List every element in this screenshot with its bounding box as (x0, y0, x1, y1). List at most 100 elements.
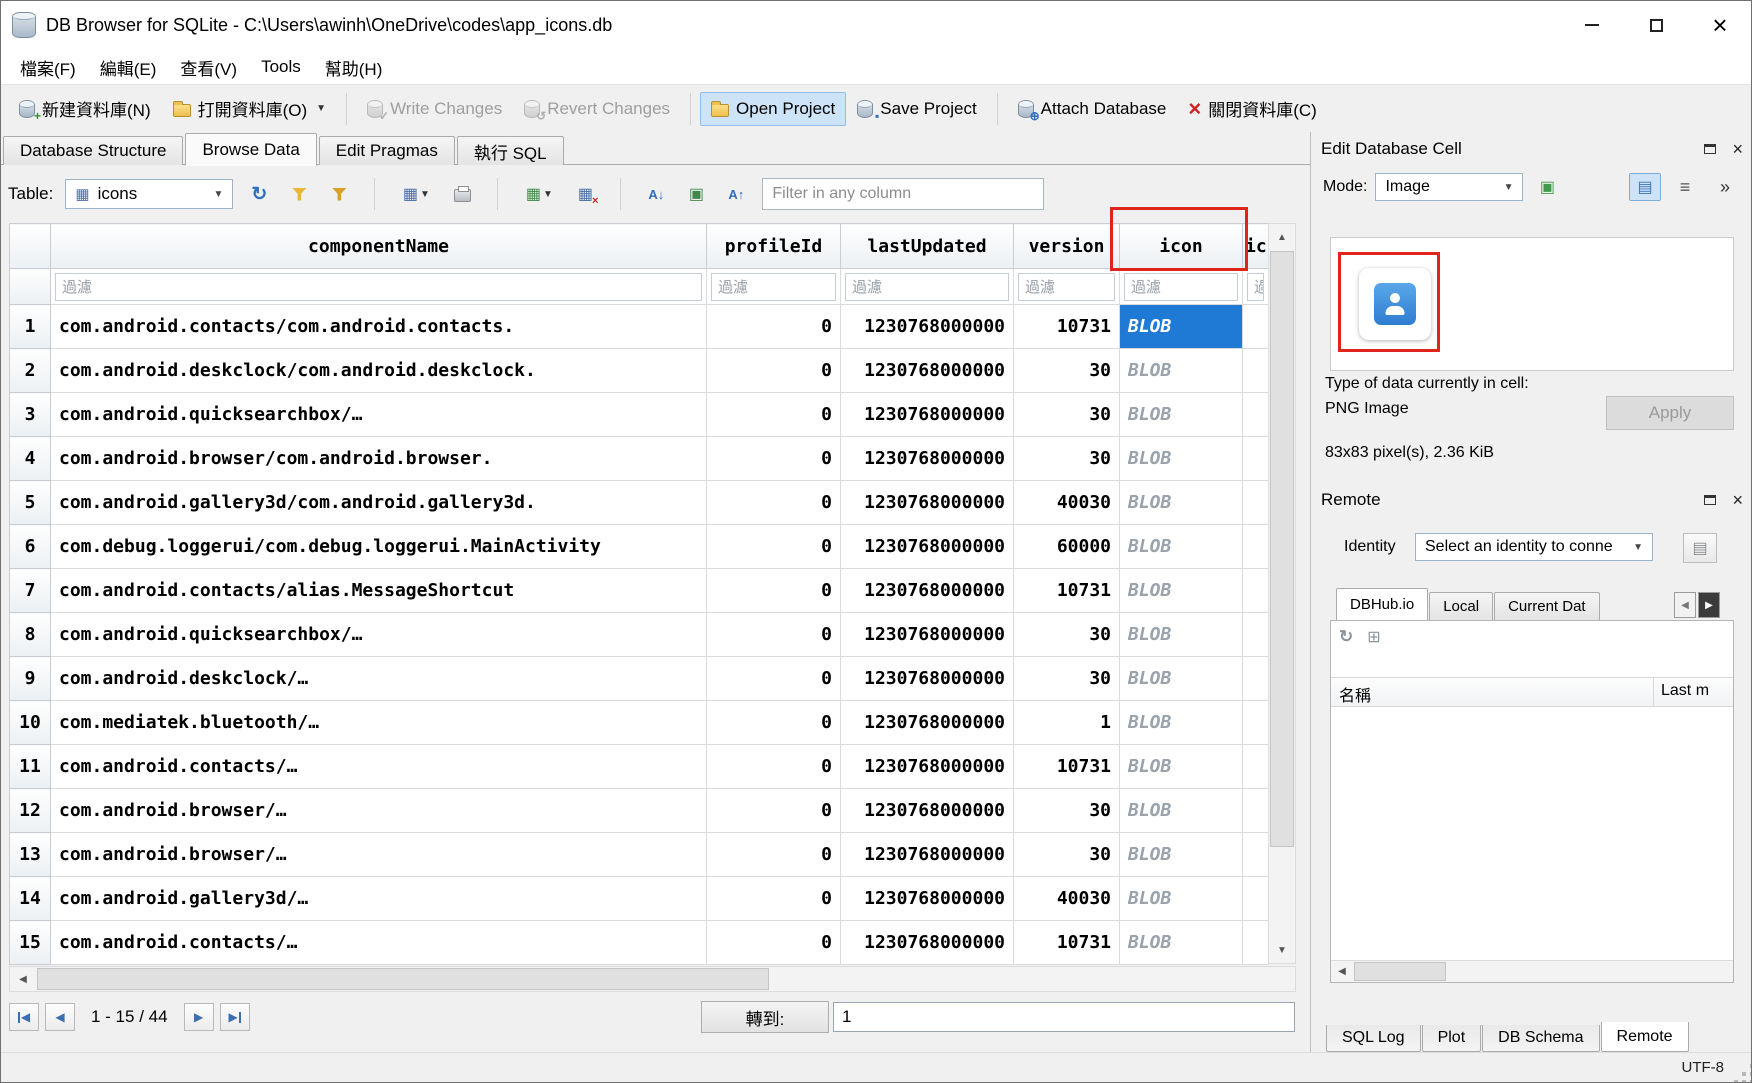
cell-version[interactable]: 30 (1014, 833, 1120, 877)
scroll-up-icon[interactable] (1269, 224, 1295, 250)
cell-profileId[interactable]: 0 (707, 701, 841, 745)
table-combobox[interactable]: icons (65, 179, 233, 209)
scroll-left-icon[interactable] (10, 967, 36, 991)
remote-tab-dbhub[interactable]: DBHub.io (1336, 588, 1428, 620)
cell-icon[interactable]: BLOB (1120, 833, 1243, 877)
identity-file-button[interactable] (1683, 533, 1717, 563)
cell-profileId[interactable]: 0 (707, 833, 841, 877)
encoding-indicator[interactable]: UTF-8 (1682, 1059, 1725, 1076)
horizontal-scroll-thumb[interactable] (37, 968, 769, 990)
open-database-dropdown-icon[interactable] (316, 103, 326, 114)
float-panel-icon[interactable] (1704, 144, 1716, 154)
menu-view[interactable]: 查看(V) (168, 50, 249, 84)
cell-lastUpdated[interactable]: 1230768000000 (841, 789, 1014, 833)
cell-icon[interactable]: BLOB (1120, 349, 1243, 393)
attach-database-button[interactable]: ⊕ Attach Database (1007, 92, 1178, 126)
save-project-button[interactable]: ▪ Save Project (846, 92, 987, 126)
filter-input-componentName[interactable]: 過濾 (55, 273, 702, 301)
tab-browse-data[interactable]: Browse Data (185, 133, 316, 166)
row-number[interactable]: 15 (10, 921, 51, 965)
remote-name-column[interactable]: 名稱 (1339, 682, 1371, 706)
row-number[interactable]: 1 (10, 305, 51, 349)
edit-cell-button[interactable] (682, 180, 710, 208)
cell-icon[interactable]: BLOB (1120, 921, 1243, 965)
cell-componentName[interactable]: com.android.gallery3d/com.android.galler… (51, 481, 707, 525)
cell-version[interactable]: 10731 (1014, 745, 1120, 789)
mode-combobox[interactable]: Image (1375, 173, 1523, 201)
remote-tab-local[interactable]: Local (1429, 592, 1493, 620)
cell-profileId[interactable]: 0 (707, 613, 841, 657)
refresh-button[interactable] (245, 180, 273, 208)
tab-execute-sql[interactable]: 執行 SQL (457, 136, 564, 165)
filter-input-lastUpdated[interactable]: 過濾 (845, 273, 1009, 301)
cell-version[interactable]: 30 (1014, 437, 1120, 481)
cell-version[interactable]: 30 (1014, 789, 1120, 833)
import-data-button[interactable] (1531, 173, 1563, 201)
row-number[interactable]: 5 (10, 481, 51, 525)
print-button[interactable] (448, 180, 476, 208)
dock-tab-sql-log[interactable]: SQL Log (1326, 1025, 1421, 1052)
cell-profileId[interactable]: 0 (707, 437, 841, 481)
resize-grip-icon[interactable] (1742, 1072, 1746, 1076)
row-number[interactable]: 6 (10, 525, 51, 569)
row-number[interactable]: 13 (10, 833, 51, 877)
cell-icon[interactable]: BLOB (1120, 481, 1243, 525)
row-number[interactable]: 11 (10, 745, 51, 789)
save-view-button[interactable] (396, 180, 436, 208)
open-project-button[interactable]: Open Project (700, 92, 846, 126)
cell-version[interactable]: 30 (1014, 613, 1120, 657)
column-header-profileId[interactable]: profileId (707, 224, 841, 269)
cell-componentName[interactable]: com.android.contacts/com.android.contact… (51, 305, 707, 349)
cell-icon[interactable]: BLOB (1120, 613, 1243, 657)
cell-lastUpdated[interactable]: 1230768000000 (841, 305, 1014, 349)
cell-icon[interactable]: BLOB (1120, 701, 1243, 745)
menu-edit[interactable]: 編輯(E) (88, 50, 169, 84)
cell-profileId[interactable]: 0 (707, 305, 841, 349)
row-number[interactable]: 3 (10, 393, 51, 437)
tab-scroll-right-button[interactable] (1698, 592, 1720, 618)
cell-version[interactable]: 30 (1014, 393, 1120, 437)
write-changes-button[interactable]: ✓ Write Changes (356, 92, 513, 126)
remote-tab-current-database[interactable]: Current Dat (1494, 592, 1600, 620)
cell-lastUpdated[interactable]: 1230768000000 (841, 745, 1014, 789)
sort-desc-button[interactable]: A↑ (722, 180, 750, 208)
row-number[interactable]: 14 (10, 877, 51, 921)
scroll-down-icon[interactable] (1269, 937, 1295, 963)
overflow-button[interactable] (1709, 173, 1741, 201)
cell-componentName[interactable]: com.android.browser/… (51, 833, 707, 877)
cell-icon[interactable]: BLOB (1120, 525, 1243, 569)
cell-icon[interactable]: BLOB (1120, 437, 1243, 481)
cell-lastUpdated[interactable]: 1230768000000 (841, 613, 1014, 657)
cell-lastUpdated[interactable]: 1230768000000 (841, 437, 1014, 481)
vertical-scroll-thumb[interactable] (1270, 251, 1294, 847)
identity-combobox[interactable]: Select an identity to conne (1415, 533, 1653, 561)
close-panel-icon[interactable] (1732, 140, 1743, 158)
column-header-partial[interactable]: ic (1243, 224, 1269, 269)
delete-record-button[interactable]: × (571, 180, 599, 208)
revert-changes-button[interactable]: ↺ Revert Changes (513, 92, 681, 126)
goto-record-input[interactable] (833, 1002, 1295, 1032)
cell-version[interactable]: 1 (1014, 701, 1120, 745)
dock-tab-plot[interactable]: Plot (1422, 1025, 1482, 1052)
cell-icon[interactable]: BLOB (1120, 569, 1243, 613)
cell-profileId[interactable]: 0 (707, 481, 841, 525)
cell-profileId[interactable]: 0 (707, 393, 841, 437)
menu-help[interactable]: 幫助(H) (313, 50, 395, 84)
dock-tab-remote[interactable]: Remote (1601, 1022, 1689, 1052)
cell-componentName[interactable]: com.android.deskclock/… (51, 657, 707, 701)
close-database-button[interactable]: 關閉資料庫(C) (1177, 89, 1327, 128)
cell-componentName[interactable]: com.android.gallery3d/… (51, 877, 707, 921)
cell-componentName[interactable]: com.android.browser/com.android.browser. (51, 437, 707, 481)
new-database-button[interactable]: + 新建資料庫(N) (8, 89, 162, 128)
column-divider[interactable] (1653, 678, 1654, 706)
remote-scroll-left-icon[interactable] (1331, 961, 1353, 982)
cell-version[interactable]: 40030 (1014, 877, 1120, 921)
remote-clone-icon[interactable] (1367, 627, 1380, 647)
tab-scroll-left-button[interactable] (1674, 592, 1696, 618)
menu-tools[interactable]: Tools (249, 50, 313, 84)
cell-version[interactable]: 10731 (1014, 305, 1120, 349)
dock-tab-db-schema[interactable]: DB Schema (1482, 1025, 1599, 1052)
filter-input-profileId[interactable]: 過濾 (711, 273, 836, 301)
apply-button[interactable]: Apply (1606, 396, 1734, 430)
minimize-button[interactable] (1560, 0, 1624, 50)
